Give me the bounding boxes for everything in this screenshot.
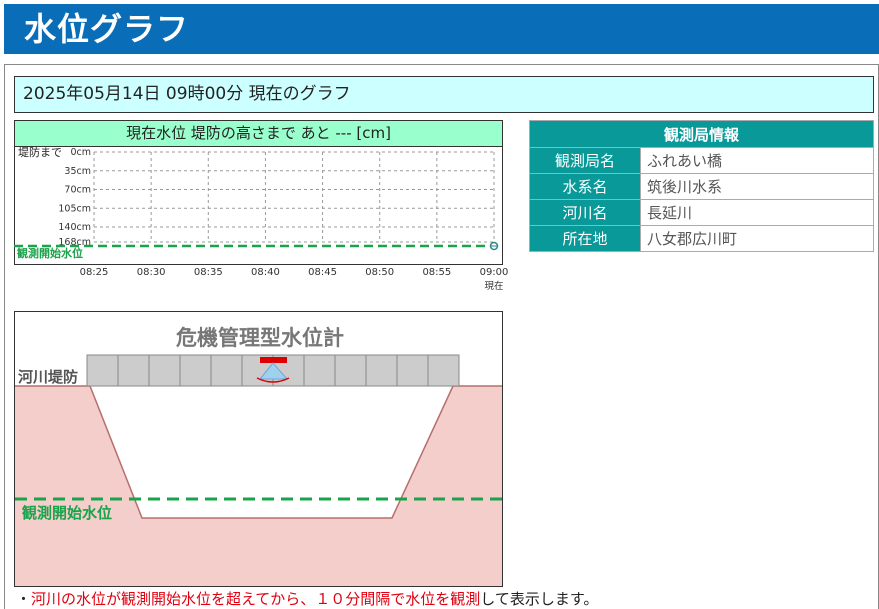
table-row: 水系名 筑後川水系: [529, 173, 874, 200]
x-tick-label: 08:25: [80, 267, 109, 278]
table-row: 所在地 八女郡広川町: [529, 225, 874, 252]
station-name-value: ふれあい橋: [640, 147, 874, 174]
levee-block: [365, 354, 398, 387]
footnote: ・河川の水位が観測開始水位を超えてから、１０分間隔で水位を観測して表示します。: [16, 590, 598, 608]
y-tick-label: 35cm: [64, 166, 91, 177]
station-info-table: 観測局情報 観測局名 ふれあい橋 水系名 筑後川水系 河川名 長延川 所在地 八…: [529, 120, 874, 252]
diagram-title: 危機管理型水位計: [176, 326, 344, 350]
levee-block: [303, 354, 336, 387]
levee-block: [117, 354, 150, 387]
x-tick-label: 08:55: [422, 267, 451, 278]
levee-block: [210, 354, 243, 387]
river-name-value: 長延川: [640, 199, 874, 226]
threshold-label: 観測開始水位: [17, 246, 83, 260]
y-axis-top-label: 堤防まで: [18, 145, 62, 159]
threshold-label: 観測開始水位: [22, 504, 112, 522]
table-row: 河川名 長延川: [529, 199, 874, 226]
y-tick-label: 140cm: [58, 222, 91, 233]
cross-section-drawing: 危機管理型水位計 河川堤防 観測開始水位: [15, 326, 502, 586]
water-system-label: 水系名: [529, 173, 641, 200]
x-tick-label: 09:00: [480, 267, 509, 278]
water-system-value: 筑後川水系: [640, 173, 874, 200]
y-tick-label: 105cm: [58, 203, 91, 214]
station-info-title: 観測局情報: [529, 120, 874, 148]
river-name-label: 河川名: [529, 199, 641, 226]
levee-block: [86, 354, 119, 387]
levee-block: [427, 354, 460, 387]
y-tick-label: 70cm: [64, 185, 91, 196]
x-tick-label: 08:45: [308, 267, 337, 278]
station-name-label: 観測局名: [529, 147, 641, 174]
levee-block: [179, 354, 212, 387]
river-cross-section: 危機管理型水位計 河川堤防 観測開始水位: [14, 311, 503, 587]
location-label: 所在地: [529, 225, 641, 252]
riverbank-ground: [15, 386, 502, 586]
x-tick-label: 08:35: [194, 267, 223, 278]
footnote-text: して表示します。: [480, 590, 599, 608]
levee-block: [396, 354, 429, 387]
table-row: 観測局名 ふれあい橋: [529, 147, 874, 174]
x-current-label: 現在: [484, 280, 503, 292]
y-tick-label: 0cm: [70, 147, 91, 158]
levee-block: [334, 354, 367, 387]
footnote-bullet: ・: [16, 590, 32, 608]
x-tick-label: 08:30: [137, 267, 166, 278]
levee-block: [148, 354, 181, 387]
location-value: 八女郡広川町: [640, 225, 874, 252]
x-tick-label: 08:50: [365, 267, 394, 278]
x-tick-label: 08:40: [251, 267, 280, 278]
levee-label: 河川堤防: [18, 368, 78, 386]
footnote-red-text: 河川の水位が観測開始水位を超えてから、１０分間隔で水位を観測: [31, 590, 481, 608]
